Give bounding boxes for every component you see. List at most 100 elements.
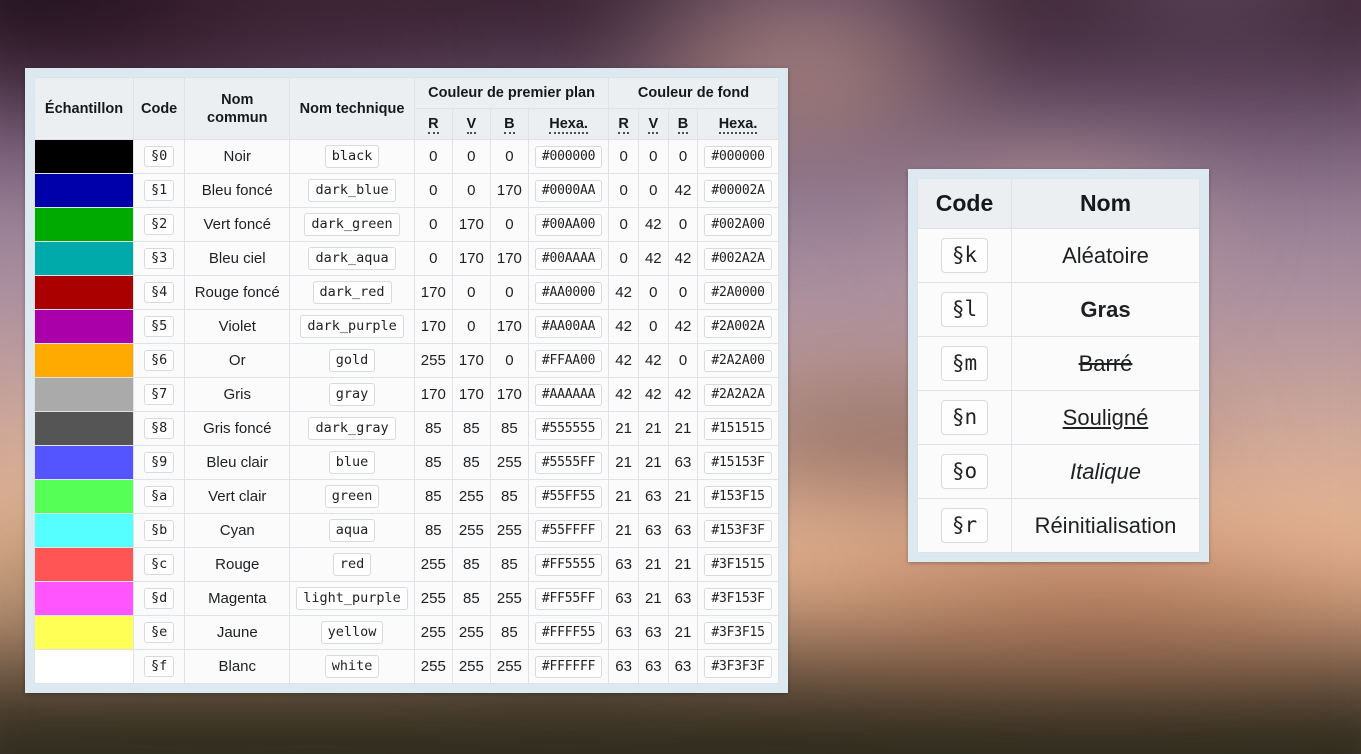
color-technical-name-cell: green: [289, 479, 415, 515]
fg-red-value: 170: [413, 309, 453, 345]
color-technical-name-cell: dark_gray: [289, 411, 415, 447]
color-codes-table: Échantillon Code Nom commun Nom techniqu…: [34, 76, 779, 685]
fg-hex-value: #AAAAAA: [534, 383, 603, 406]
bg-green-value: 63: [637, 513, 669, 549]
color-technical-name-cell: white: [289, 649, 415, 685]
abbr-bg-b: B: [677, 116, 689, 135]
fg-hex-value: #55FF55: [534, 485, 603, 508]
color-technical-name-cell: gray: [289, 377, 415, 413]
color-swatch: [35, 344, 133, 378]
format-code: §k: [940, 238, 989, 273]
fg-hex-value: #AA00AA: [534, 315, 603, 338]
format-name: Italique: [1070, 458, 1141, 484]
color-technical-name: light_purple: [296, 587, 408, 611]
fg-green-value: 170: [451, 241, 491, 277]
header-format-code: Code: [917, 178, 1012, 229]
color-swatch: [35, 412, 133, 446]
bg-hex-value: #153F3F: [704, 519, 772, 542]
color-code: §f: [143, 656, 175, 678]
bg-red-value: 63: [608, 615, 639, 651]
fg-green-value: 255: [451, 513, 491, 549]
header-technical-name: Nom technique: [289, 76, 415, 141]
fg-green-value: 170: [451, 343, 491, 379]
color-technical-name-cell: blue: [289, 445, 415, 481]
fg-hex-value: #55FFFF: [534, 519, 603, 542]
format-code-cell: §m: [917, 336, 1012, 391]
color-technical-name-cell: dark_blue: [289, 173, 415, 209]
color-technical-name-cell: dark_aqua: [289, 241, 415, 277]
bg-blue-value: 63: [667, 581, 699, 617]
color-technical-name: dark_purple: [300, 315, 404, 339]
format-code: §r: [940, 508, 989, 543]
bg-hex-value-cell: #153F15: [697, 479, 779, 515]
bg-hex-value: #002A2A: [704, 247, 772, 270]
bg-green-value: 0: [637, 173, 669, 209]
fg-hex-value: #0000AA: [534, 179, 603, 202]
bg-red-value: 63: [608, 581, 639, 617]
bg-green-value: 42: [637, 207, 669, 243]
color-swatch-cell: [34, 547, 134, 583]
header-bg-v: V: [637, 108, 669, 141]
fg-blue-value: 255: [489, 581, 529, 617]
fg-hex-value-cell: #FFAA00: [527, 343, 610, 379]
format-table-head: Code Nom: [917, 178, 1200, 229]
color-swatch: [35, 208, 133, 242]
fg-hex-value: #555555: [534, 417, 603, 440]
format-code: §m: [940, 346, 989, 381]
color-swatch-cell: [34, 649, 134, 685]
bg-green-value: 21: [637, 547, 669, 583]
format-name: Souligné: [1062, 404, 1149, 430]
color-technical-name: blue: [328, 451, 376, 475]
fg-red-value: 85: [413, 513, 453, 549]
header-code: Code: [132, 76, 186, 141]
bg-hex-value-cell: #2A002A: [697, 309, 779, 345]
format-name: Gras: [1080, 296, 1131, 322]
header-common-name: Nom commun: [184, 76, 291, 141]
format-name-cell: Barré: [1011, 336, 1200, 391]
bg-green-value: 21: [637, 411, 669, 447]
header-fg-v: V: [451, 108, 491, 141]
header-fg-r: R: [413, 108, 453, 141]
color-common-name: Magenta: [184, 581, 291, 617]
fg-red-value: 0: [413, 139, 453, 175]
bg-hex-value: #151515: [704, 417, 772, 440]
bg-blue-value: 63: [667, 649, 699, 685]
color-code: §a: [143, 486, 175, 508]
color-code-cell: §5: [132, 309, 186, 345]
color-technical-name: gray: [328, 383, 376, 407]
fg-hex-value: #FF5555: [534, 553, 603, 576]
bg-blue-value: 0: [667, 207, 699, 243]
bg-blue-value: 0: [667, 343, 699, 379]
table-row: §5 Violet dark_purple 170 0 170 #AA00AA 42 0 42 #2…: [34, 309, 779, 345]
bg-blue-value: 63: [667, 513, 699, 549]
fg-hex-value-cell: #AA00AA: [527, 309, 610, 345]
color-technical-name: dark_green: [304, 213, 400, 237]
header-bg-b: B: [667, 108, 699, 141]
format-code-cell: §l: [917, 282, 1012, 337]
fg-green-value: 255: [451, 615, 491, 651]
color-table-head: Échantillon Code Nom commun Nom techniqu…: [34, 76, 779, 141]
color-technical-name: green: [324, 485, 380, 509]
fg-red-value: 170: [413, 275, 453, 311]
table-row: §l Gras: [917, 282, 1200, 337]
format-code: §n: [940, 400, 989, 435]
fg-green-value: 85: [451, 445, 491, 481]
bg-red-value: 42: [608, 343, 639, 379]
fg-hex-value-cell: #FF5555: [527, 547, 610, 583]
color-code-cell: §4: [132, 275, 186, 311]
bg-blue-value: 42: [667, 309, 699, 345]
fg-hex-value-cell: #FFFFFF: [527, 649, 610, 685]
bg-blue-value: 42: [667, 173, 699, 209]
header-bg-hex: Hexa.: [697, 108, 779, 141]
abbr-bg-hex: Hexa.: [718, 116, 758, 135]
fg-red-value: 0: [413, 241, 453, 277]
format-name-cell: Italique: [1011, 444, 1200, 499]
color-common-name: Bleu foncé: [184, 173, 291, 209]
color-swatch: [35, 446, 133, 480]
color-common-name: Rouge foncé: [184, 275, 291, 311]
table-row: §3 Bleu ciel dark_aqua 0 170 170 #00AAAA 0 42 42 #…: [34, 241, 779, 277]
color-technical-name-cell: black: [289, 139, 415, 175]
bg-green-value: 0: [637, 139, 669, 175]
bg-hex-value: #153F15: [704, 485, 772, 508]
bg-hex-value: #3F3F15: [704, 621, 772, 644]
